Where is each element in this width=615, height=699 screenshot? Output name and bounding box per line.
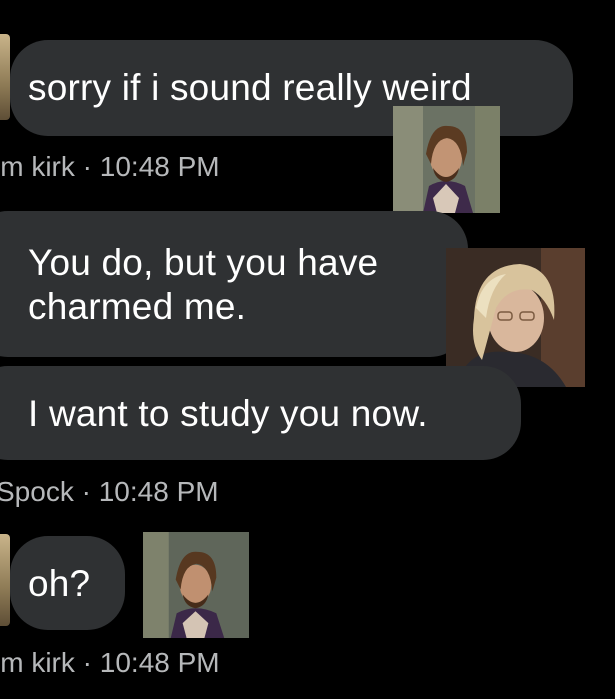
timestamp: 10:48 PM (99, 151, 220, 182)
sender-name: im kirk (0, 151, 75, 182)
message-bubble[interactable]: I want to study you now. (0, 366, 521, 460)
message-bubble[interactable]: You do, but you have charmed me. (0, 211, 468, 357)
message-meta: im kirk · 10:48 PM (0, 647, 220, 679)
message-text: sorry if i sound really weird (28, 67, 472, 108)
meta-separator: · (81, 476, 91, 507)
message-text: I want to study you now. (28, 393, 428, 434)
meta-separator: · (82, 647, 92, 678)
man-portrait-icon (393, 106, 500, 213)
man-portrait-icon (143, 532, 249, 638)
message-text: You do, but you have charmed me. (28, 242, 379, 327)
avatar[interactable] (0, 534, 10, 626)
avatar[interactable] (0, 34, 10, 120)
sender-name: Spock (0, 476, 74, 507)
message-text: oh? (28, 563, 91, 604)
message-bubble[interactable]: oh? (10, 536, 125, 630)
timestamp: 10:48 PM (98, 476, 219, 507)
sender-name: im kirk (0, 647, 75, 678)
timestamp: 10:48 PM (99, 647, 220, 678)
meta-separator: · (82, 151, 92, 182)
message-meta: Spock · 10:48 PM (0, 476, 219, 508)
message-meta: im kirk · 10:48 PM (0, 151, 220, 183)
